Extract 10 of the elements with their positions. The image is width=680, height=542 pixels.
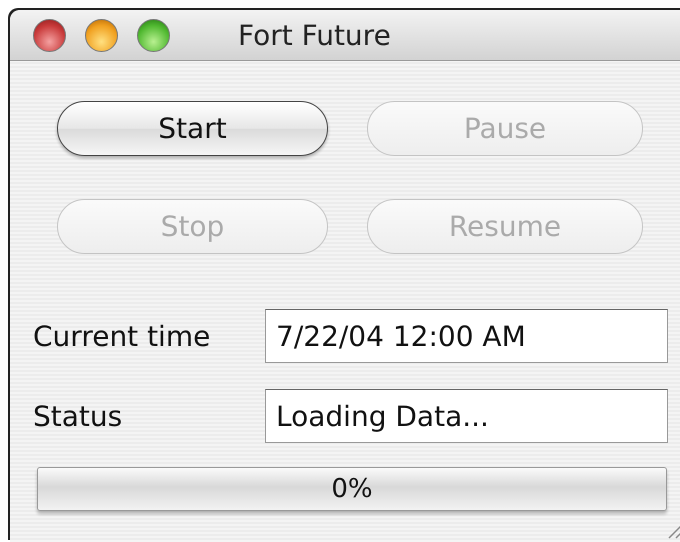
minimize-icon[interactable] <box>85 18 118 52</box>
field-label: Status <box>33 400 124 432</box>
text-field[interactable]: 7/22/04 12:00 AM <box>265 309 668 363</box>
progress-label: 0% <box>331 474 373 504</box>
field-label: Current time <box>33 320 212 352</box>
window-title: Fort Future <box>238 18 391 52</box>
zoom-icon[interactable] <box>137 18 170 52</box>
close-icon[interactable] <box>33 18 66 52</box>
push-button[interactable]: Start <box>57 101 328 156</box>
text-field[interactable]: Loading Data... <box>265 389 668 443</box>
